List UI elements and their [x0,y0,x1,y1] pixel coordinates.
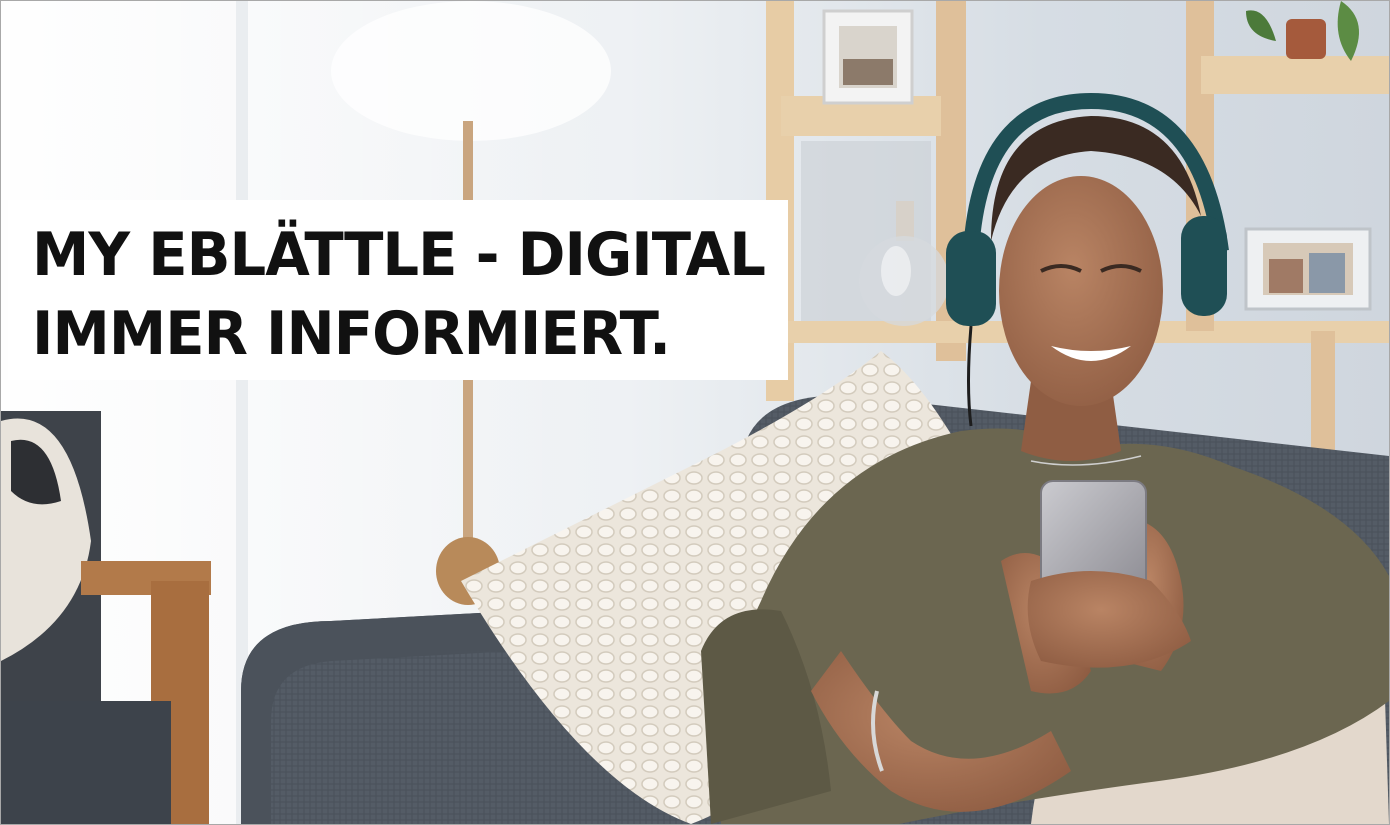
banner: MY EBLÄTTLE - DIGITAL IMMER INFORMIERT. [0,0,1390,825]
picture-frame-right [1244,227,1372,311]
headline-line-2: IMMER INFORMIERT. [32,299,671,369]
living-room-photo [1,1,1389,824]
headline-line-1: MY EBLÄTTLE - DIGITAL [32,220,766,290]
picture-frame-top [822,9,914,105]
headline-box: MY EBLÄTTLE - DIGITAL IMMER INFORMIERT. [8,200,788,380]
